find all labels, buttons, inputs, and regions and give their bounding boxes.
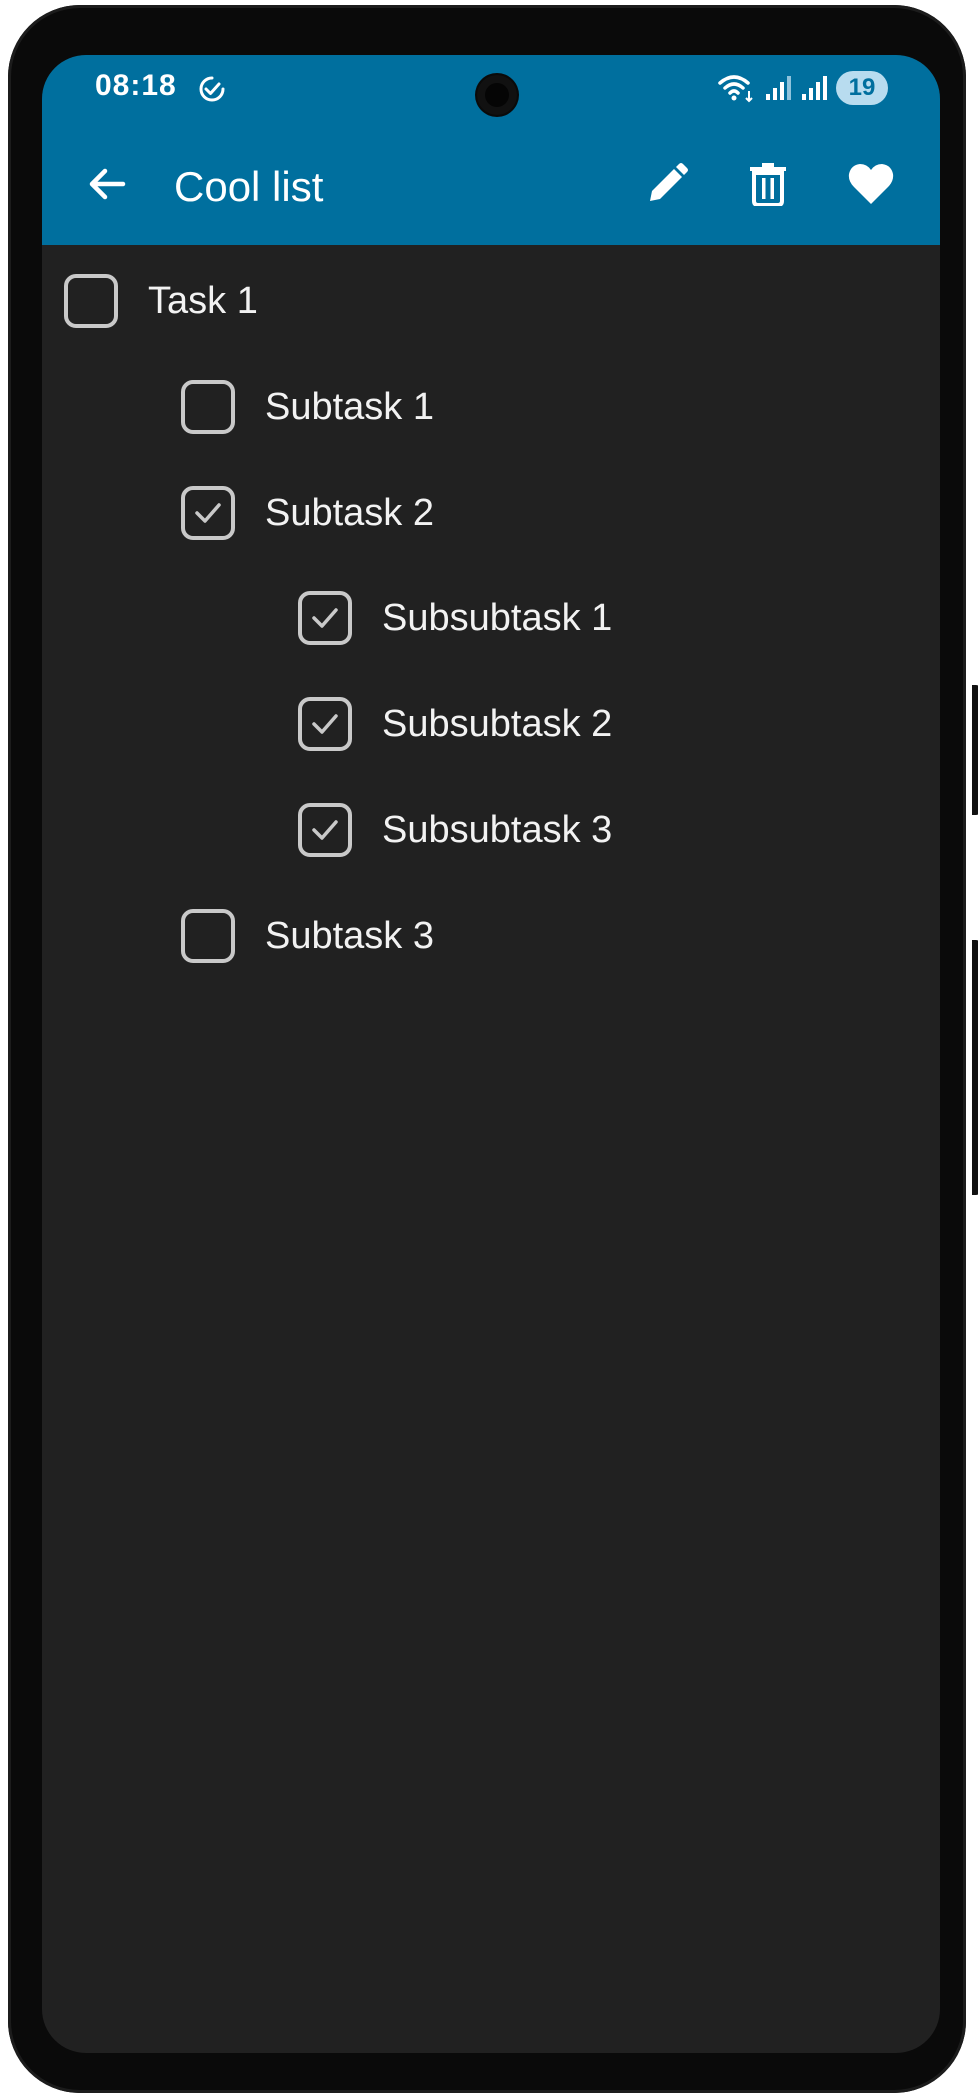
volume-button: [972, 685, 978, 815]
battery-indicator: 19: [836, 71, 888, 105]
task-item[interactable]: Task 1: [64, 265, 258, 337]
task-label: Task 1: [148, 279, 258, 322]
favorite-button[interactable]: [842, 155, 900, 213]
power-button: [972, 940, 978, 1195]
checkbox[interactable]: [298, 591, 352, 645]
checkbox[interactable]: [181, 380, 235, 434]
status-time: 08:18: [95, 69, 177, 102]
edit-button[interactable]: [638, 155, 696, 213]
task-label: Subtask 1: [265, 385, 434, 428]
task-item[interactable]: Subsubtask 3: [298, 794, 612, 866]
arrow-back-icon: [89, 168, 126, 200]
task-item[interactable]: Subsubtask 1: [298, 582, 612, 654]
task-label: Subsubtask 2: [382, 702, 613, 745]
check-circle-icon: [198, 75, 226, 103]
checkmark-icon: [195, 503, 221, 523]
front-camera: [477, 75, 517, 115]
checkbox[interactable]: [181, 486, 235, 540]
status-indicators: 19: [716, 71, 888, 105]
app-screen: 08:18 19 Cool list Task 1 Subtask 1 Subt…: [42, 55, 940, 2053]
app-bar: Cool list: [42, 123, 940, 245]
task-item[interactable]: Subsubtask 2: [298, 688, 612, 760]
wifi-icon: [716, 73, 756, 103]
checkbox[interactable]: [298, 697, 352, 751]
back-button[interactable]: [80, 157, 134, 211]
task-item[interactable]: Subtask 1: [181, 371, 434, 443]
delete-icon: [750, 163, 786, 206]
phone-frame: 08:18 19 Cool list Task 1 Subtask 1 Subt…: [8, 5, 978, 2093]
status-bar: 08:18 19: [42, 55, 940, 123]
signal-icon: [800, 74, 828, 102]
checkbox[interactable]: [64, 274, 118, 328]
checkmark-icon: [312, 714, 338, 734]
task-label: Subsubtask 1: [382, 596, 613, 639]
task-label: Subsubtask 3: [382, 808, 613, 851]
page-title: Cool list: [174, 163, 324, 210]
checkbox[interactable]: [181, 909, 235, 963]
task-label: Subtask 3: [265, 914, 434, 957]
signal-icon: [764, 74, 792, 102]
checkmark-icon: [312, 608, 338, 628]
delete-button[interactable]: [739, 155, 797, 213]
task-item[interactable]: Subtask 2: [181, 477, 434, 549]
favorite-icon: [848, 164, 894, 204]
task-item[interactable]: Subtask 3: [181, 900, 434, 972]
edit-icon: [650, 163, 688, 201]
checkmark-icon: [312, 820, 338, 840]
checkbox[interactable]: [298, 803, 352, 857]
task-label: Subtask 2: [265, 491, 434, 534]
